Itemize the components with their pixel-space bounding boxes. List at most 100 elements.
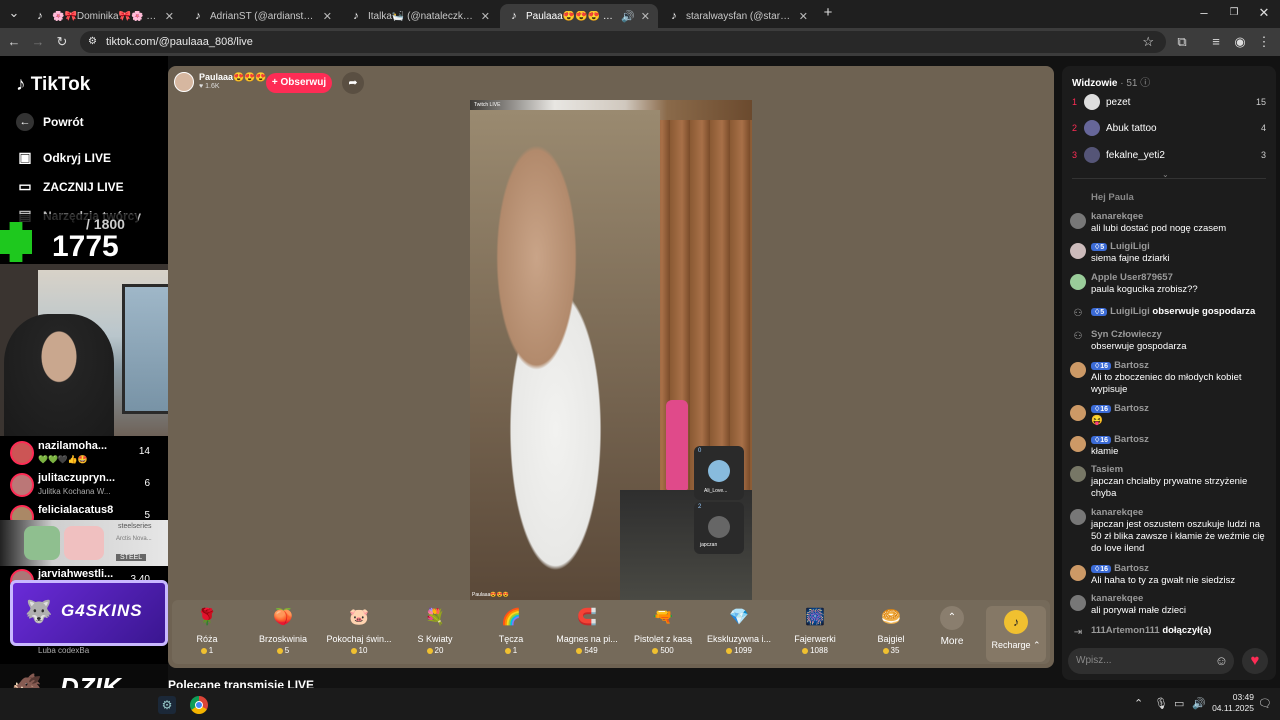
browser-tab-bar: ⌄ ♪ 🌸🎀Dominika🎀🌸 (@domi... ✕ ♪ AdrianST …	[0, 0, 1280, 28]
gift-flowers[interactable]: 💐 S Kwiaty 20	[400, 606, 470, 662]
volume-icon[interactable]: 🔊	[1192, 697, 1206, 710]
emoji-icon[interactable]: ☺	[1215, 653, 1228, 668]
follow-user-icon: ⚇	[1073, 331, 1083, 342]
tab-paulaaa[interactable]: ♪ Paulaaa😍😍😍 (@paulaa... 🔊 ✕	[500, 4, 658, 28]
chat-username[interactable]: kanarekqee	[1091, 507, 1143, 518]
tiktok-logo[interactable]: ♪ TikTok	[16, 74, 90, 96]
chat-username[interactable]: Apple User879657	[1091, 272, 1173, 283]
follow-user-icon: ⚇	[1073, 308, 1083, 319]
chat-input-placeholder: Wpisz...	[1076, 655, 1112, 666]
coin-icon	[802, 647, 809, 654]
more-gifts-button[interactable]: ⌃ More	[924, 606, 980, 662]
chat-input-field[interactable]: Wpisz... ☺	[1068, 648, 1234, 674]
chat-username[interactable]: Tasiem	[1091, 464, 1123, 475]
host-avatar[interactable]	[174, 72, 194, 92]
host-name[interactable]: Paulaaa😍😍😍	[199, 72, 267, 83]
close-tab-icon[interactable]: ✕	[481, 10, 490, 23]
back-icon[interactable]: ←	[6, 34, 22, 50]
chat-username[interactable]: ♢16 Bartosz	[1091, 434, 1149, 445]
tab-adrianst[interactable]: ♪ AdrianST (@ardianstx) prowadzi... ✕	[184, 4, 340, 28]
chat-message: ♢16 Bartosz kłamie	[1070, 434, 1266, 460]
close-tab-icon[interactable]: ✕	[323, 10, 332, 23]
chat-username[interactable]: kanarekqee	[1091, 593, 1143, 604]
send-heart-button[interactable]: ♥	[1242, 648, 1268, 674]
notifications-icon[interactable]: 🗨	[1258, 697, 1272, 710]
tab-staralwaysfan[interactable]: ♪ staralwaysfan (@staralwaysfan... ✕	[660, 4, 816, 28]
bookmark-star-icon[interactable]: ☆	[1142, 31, 1154, 53]
back-link[interactable]: ← Powrót	[16, 113, 84, 131]
more-label: More	[940, 636, 964, 647]
gift-pig[interactable]: 🐷 Pokochaj świn... 10	[324, 606, 394, 662]
chat-username[interactable]: Syn Człowieczy	[1091, 329, 1162, 340]
steelseries-overlay: steelseries Arctis Nova... STEEL	[0, 520, 175, 566]
recharge-button[interactable]: ♪ Recharge ⌃	[986, 606, 1046, 662]
followed-live-item[interactable]: julitaczupryn... Julitka Kochana W... 6	[8, 470, 160, 500]
heart-icon: ♥	[199, 83, 204, 90]
speaker-icon[interactable]: 🔊	[621, 10, 635, 23]
new-tab-icon[interactable]: +	[820, 5, 836, 21]
guest-tile[interactable]: 2 japczan	[694, 502, 744, 554]
minimize-icon[interactable]: –	[1196, 5, 1212, 21]
follow-button[interactable]: + Obserwuj	[266, 73, 332, 93]
menu-icon[interactable]: ⋮	[1256, 34, 1272, 50]
gift-money-gun[interactable]: 🔫 Pistolet z kasą 500	[628, 606, 698, 662]
tab-search-icon[interactable]: ⌄	[6, 5, 22, 21]
level-badge: ♢16	[1091, 405, 1112, 413]
nav-discover-live[interactable]: ▣ Odkryj LIVE	[16, 149, 111, 166]
top-viewer-row[interactable]: 3 fekalne_yeti2 3	[1072, 145, 1266, 165]
forward-icon[interactable]: →	[30, 34, 46, 50]
profile-icon[interactable]: ◉	[1232, 34, 1248, 50]
gift-fireworks[interactable]: 🎆 Fajerwerki 1088	[780, 606, 850, 662]
network-icon[interactable]: ▭	[1174, 697, 1184, 710]
top-viewer-row[interactable]: 2 Abuk tattoo 4	[1072, 118, 1266, 138]
chat-username[interactable]: ♢5 LuigiLigi	[1091, 241, 1150, 252]
close-tab-icon[interactable]: ✕	[799, 10, 808, 23]
restore-icon[interactable]: ❐	[1226, 5, 1242, 21]
guest-tile[interactable]: 0 Ali_Love...	[694, 446, 744, 500]
bouquet-icon: 💐	[425, 609, 445, 626]
chat-username[interactable]: ♢16 Bartosz	[1091, 563, 1149, 574]
followed-live-item[interactable]: nazilamoha... 💚💚🖤👍🤩 14	[8, 438, 160, 468]
recharge-text: Recharge	[991, 640, 1031, 650]
gift-price: 1088	[780, 646, 850, 655]
join-username[interactable]: 111Artemon111	[1091, 625, 1160, 636]
close-window-icon[interactable]: ✕	[1256, 5, 1272, 21]
tray-chevron-icon[interactable]: ⌃	[1134, 697, 1143, 710]
username-text: LuigiLigi	[1110, 241, 1150, 252]
gift-exclusive[interactable]: 💎 Ekskluzywna i... 1099	[704, 606, 774, 662]
gift-peach[interactable]: 🍑 Brzoskwinia 5	[248, 606, 318, 662]
gift-bagel[interactable]: 🥯 Bajgiel 35	[856, 606, 926, 662]
gift-rainbow[interactable]: 🌈 Tęcza 1	[476, 606, 546, 662]
media-controls-icon[interactable]: ≡	[1208, 34, 1224, 50]
gift-price-value: 549	[584, 646, 598, 655]
close-tab-icon[interactable]: ✕	[165, 10, 174, 23]
microphone-icon[interactable]: 🎙	[1154, 697, 1168, 710]
gift-name: Róża	[196, 634, 218, 644]
site-info-icon[interactable]: ⚙	[88, 31, 97, 53]
steelseries-brand: steelseries	[118, 523, 152, 530]
gift-rose[interactable]: 🌹 Róża 1	[172, 606, 242, 662]
address-bar[interactable]: ⚙ tiktok.com/@paulaaa_808/live ☆	[80, 31, 1166, 53]
clock-date: 04.11.2025	[1212, 703, 1254, 713]
gift-magnet[interactable]: 🧲 Magnes na pi... 549	[552, 606, 622, 662]
nav-start-live[interactable]: ▭ ZACZNIJ LIVE	[16, 178, 123, 195]
extensions-icon[interactable]: ⧉	[1174, 34, 1190, 50]
tab-italka[interactable]: ♪ Italka🛀 (@nataleczka.mar... ✕	[342, 4, 498, 28]
share-icon[interactable]: ➦	[342, 72, 364, 94]
chat-panel: Widzowie · 51 ⓘ 1 pezet 15 2 Abuk tattoo…	[1062, 66, 1276, 680]
close-tab-icon[interactable]: ✕	[641, 10, 650, 23]
expand-chevron-icon[interactable]: ⌄	[1162, 170, 1169, 179]
help-icon[interactable]: ⓘ	[1140, 78, 1150, 89]
chat-username[interactable]: ♢16 Bartosz	[1091, 360, 1149, 371]
steam-icon[interactable]: ⚙	[158, 696, 176, 714]
chat-username[interactable]: ♢5 LuigiLigi obserwuje gospodarza	[1091, 306, 1255, 317]
tab-dominika[interactable]: ♪ 🌸🎀Dominika🎀🌸 (@domi... ✕	[26, 4, 182, 28]
top-viewer-row[interactable]: 1 pezet 15	[1072, 92, 1266, 112]
diamond-icon: 💎	[729, 609, 749, 626]
clock[interactable]: 03:49 04.11.2025	[1210, 692, 1254, 714]
coin-icon	[726, 647, 733, 654]
chat-username[interactable]: ♢16 Bartosz	[1091, 403, 1149, 414]
chat-username[interactable]: kanarekqee	[1091, 211, 1143, 222]
reload-icon[interactable]: ↻	[54, 34, 70, 50]
gift-price-value: 35	[890, 646, 900, 655]
